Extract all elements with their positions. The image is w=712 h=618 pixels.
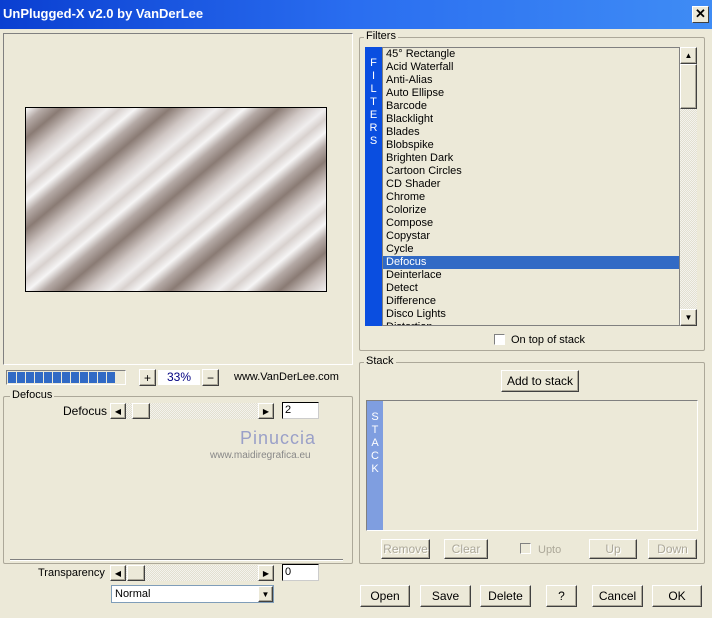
filter-item[interactable]: Compose [383,217,679,230]
transparency-label: Transparency [38,567,105,579]
slider-right-arrow-icon[interactable]: ▶ [258,565,274,581]
slider-right-arrow-icon[interactable]: ▶ [258,403,274,419]
progress-segment [89,372,97,383]
strip-letter: C [371,450,379,462]
filters-list[interactable]: 45° Rectangle Acid Waterfall Anti-Alias Aut… [382,47,680,326]
filter-item[interactable]: Chrome [383,191,679,204]
filter-item[interactable]: Auto Ellipse [383,87,679,100]
filter-item[interactable]: Detect [383,282,679,295]
title-bar: UnPlugged-X v2.0 by VanDerLee [0,0,712,29]
group-label: Defocus [10,389,55,401]
progress-bar [6,370,126,385]
strip-letter: A [371,437,379,449]
filter-item[interactable]: CD Shader [383,178,679,191]
website-link[interactable]: www.VanDerLee.com [234,371,339,383]
delete-button[interactable]: Delete [480,585,531,607]
filter-item[interactable]: Brighten Dark [383,152,679,165]
progress-segment [71,372,79,383]
zoom-out-button[interactable]: − [202,369,219,386]
filter-item[interactable]: Disco Lights [383,308,679,321]
close-button[interactable]: ✕ [692,6,709,23]
stack-strip: STACK [367,401,383,530]
filter-item[interactable]: Copystar [383,230,679,243]
strip-letter: S [371,411,379,423]
slider-left-arrow-icon[interactable]: ◀ [110,403,126,419]
watermark-url: www.maidiregrafica.eu [210,450,311,461]
strip-letter: T [371,424,379,436]
scroll-thumb[interactable] [680,64,697,109]
group-label: Filters [364,30,398,42]
strip-letter: E [369,109,378,121]
filter-item[interactable]: Deinterlace [383,269,679,282]
filter-item[interactable]: Cycle [383,243,679,256]
filters-scrollbar[interactable]: ▲ ▼ [680,47,697,326]
filter-item[interactable]: Distortion [383,321,679,325]
filter-item[interactable]: Barcode [383,100,679,113]
clear-button[interactable]: Clear [444,539,488,559]
save-button[interactable]: Save [420,585,471,607]
defocus-label: Defocus [63,404,108,418]
transparency-value-input[interactable]: 0 [282,564,319,581]
on-top-label: On top of stack [511,334,585,346]
divider [10,559,343,561]
filter-item[interactable]: 45° Rectangle [383,48,679,61]
filters-strip: FILTERS [365,47,382,326]
preview-image[interactable] [25,107,327,292]
filter-item[interactable]: Blobspike [383,139,679,152]
slider-left-arrow-icon[interactable]: ◀ [110,565,126,581]
filter-item[interactable]: Blades [383,126,679,139]
cancel-button[interactable]: Cancel [592,585,643,607]
strip-letter: R [369,122,378,134]
open-button[interactable]: Open [360,585,410,607]
chevron-down-icon[interactable]: ▼ [258,586,273,602]
progress-segment [80,372,88,383]
window-title: UnPlugged-X v2.0 by VanDerLee [3,6,204,21]
filter-item[interactable]: Anti-Alias [383,74,679,87]
progress-segment [35,372,43,383]
add-to-stack-button[interactable]: Add to stack [501,370,579,392]
defocus-value-input[interactable]: 2 [282,402,319,419]
upto-checkbox[interactable] [520,543,531,554]
progress-segment [17,372,25,383]
strip-letter: K [371,463,379,475]
scroll-up-icon[interactable]: ▲ [680,47,697,64]
filter-item[interactable]: Cartoon Circles [383,165,679,178]
progress-segment [53,372,61,383]
on-top-checkbox[interactable] [494,334,505,345]
strip-letter: T [370,96,377,108]
strip-letter: F [370,57,377,69]
remove-button[interactable]: Remove [381,539,430,559]
watermark-name: Pinuccia [240,428,317,448]
defocus-slider-thumb[interactable] [132,403,150,419]
progress-segment [98,372,106,383]
upto-label: Upto [538,544,562,556]
filter-item[interactable]: Colorize [383,204,679,217]
filter-item[interactable]: Blacklight [383,113,679,126]
strip-letter: S [369,135,378,147]
transparency-slider-thumb[interactable] [127,565,145,581]
help-button[interactable]: ? [546,585,577,607]
filter-settings-group: Defocus [3,389,353,564]
strip-letter: L [370,83,377,95]
strip-letter: I [371,70,376,82]
zoom-level: 33% [158,370,200,385]
progress-segment [107,372,115,383]
stack-list[interactable] [366,400,698,531]
zoom-in-button[interactable]: + [139,369,156,386]
filter-item[interactable]: Difference [383,295,679,308]
up-button[interactable]: Up [589,539,637,559]
blend-mode-value: Normal [115,588,151,600]
blend-mode-select[interactable]: Normal ▼ [111,585,274,603]
ok-button[interactable]: OK [652,585,702,607]
down-button[interactable]: Down [648,539,697,559]
transparency-slider[interactable] [126,565,258,581]
progress-segment [44,372,52,383]
filter-item[interactable]: Acid Waterfall [383,61,679,74]
progress-segment [26,372,34,383]
scroll-down-icon[interactable]: ▼ [680,309,697,326]
progress-segment [62,372,70,383]
filter-item[interactable]: Defocus [383,256,679,269]
group-label: Stack [364,355,396,367]
progress-segment [8,372,16,383]
